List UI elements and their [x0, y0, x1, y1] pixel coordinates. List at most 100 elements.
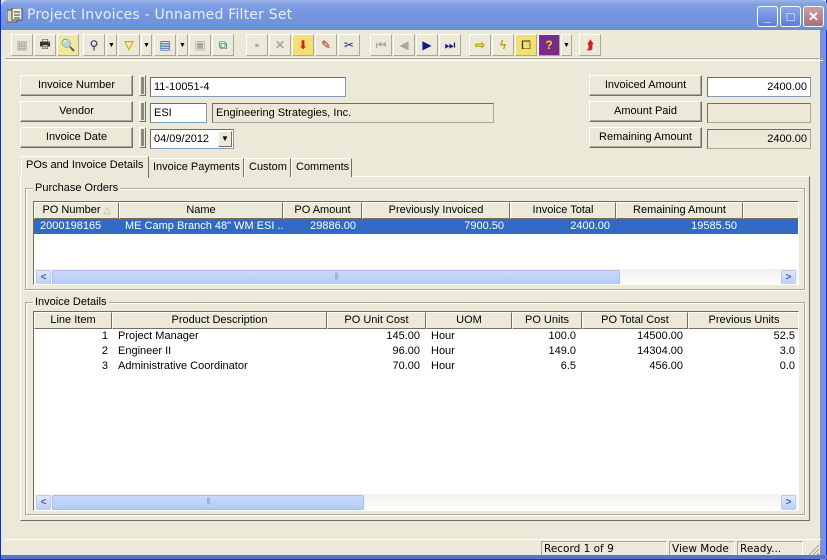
table-row[interactable]: 2 Engineer II 96.00 Hour 149.0 14304.00 … [34, 344, 798, 359]
chevron-down-icon: ▼ [108, 41, 115, 49]
column-header-previously-invoiced[interactable]: Previously Invoiced [362, 202, 510, 219]
find-dropdown[interactable]: ▼ [106, 34, 117, 56]
amount-paid-label-button[interactable]: Amount Paid [589, 101, 702, 122]
previous-units-cell: 0.0 [779, 360, 795, 372]
delete-icon: ✕ [274, 38, 286, 52]
first-record-button[interactable]: ⏮ [370, 34, 392, 56]
invoice-date-lookup-handle[interactable] [139, 127, 146, 148]
purchase-orders-hscrollbar[interactable]: < |||| > [34, 269, 798, 284]
maximize-button[interactable]: □ [780, 6, 801, 27]
chevron-down-icon: ▼ [221, 134, 229, 143]
invoice-number-lookup-handle[interactable] [139, 75, 146, 96]
title-bar[interactable]: Project Invoices - Unnamed Filter Set _ … [1, 0, 827, 30]
invoiced-amount-field[interactable]: 2400.00 [707, 77, 811, 97]
total-cost-cell: 14500.00 [637, 330, 683, 342]
tab-pos-and-invoice-details[interactable]: POs and Invoice Details [21, 156, 149, 178]
add-layer-icon: ⬇ [297, 38, 309, 52]
invoice-number-field[interactable]: 11-10051-4 [150, 77, 346, 97]
workflow-button[interactable]: ⧠ [515, 34, 537, 56]
report-dropdown[interactable]: ▼ [177, 34, 188, 56]
report-button[interactable]: ▤ [154, 34, 176, 56]
previous-record-icon: ◀ [399, 38, 409, 52]
cut-button[interactable]: ✂ [338, 34, 360, 56]
vendor-label-button[interactable]: Vendor [20, 101, 133, 122]
scroll-left-button[interactable]: < [36, 495, 51, 510]
table-row[interactable]: 2000198165 ME Camp Branch 48" WM ESI ...… [34, 219, 798, 234]
unit-cost-cell: 96.00 [392, 345, 420, 357]
scroll-right-button[interactable]: > [781, 495, 796, 510]
print-button[interactable]: 🖶 [34, 34, 56, 56]
column-header-uom[interactable]: UOM [426, 312, 512, 329]
column-header-previous-units[interactable]: Previous Units [688, 312, 798, 329]
sort-ascending-icon: △ [103, 205, 111, 215]
tab-custom[interactable]: Custom [244, 158, 291, 177]
column-header-invoice-total[interactable]: Invoice Total [510, 202, 616, 219]
column-header-line-item[interactable]: Line Item [34, 312, 112, 329]
column-header-po-unit-cost[interactable]: PO Unit Cost [327, 312, 426, 329]
last-record-button[interactable]: ⏭ [439, 34, 461, 56]
new-record-button[interactable]: ▦ [11, 34, 33, 56]
column-header-po-total-cost[interactable]: PO Total Cost [582, 312, 688, 329]
scroll-thumb[interactable]: |||| [52, 270, 620, 284]
print-preview-button[interactable]: 🔍 [57, 34, 79, 56]
minimize-button[interactable]: _ [757, 6, 778, 27]
column-header-remaining-amount[interactable]: Remaining Amount [616, 202, 743, 219]
help-dropdown[interactable]: ▼ [561, 34, 572, 56]
add-layer-button[interactable]: ⬇ [292, 34, 314, 56]
resize-grip-icon[interactable] [807, 543, 819, 555]
vendor-lookup-handle[interactable] [139, 101, 146, 122]
quick-action-button[interactable]: ϟ [492, 34, 514, 56]
scroll-right-button[interactable]: > [781, 270, 796, 284]
close-button[interactable]: ✕ [803, 6, 824, 27]
remaining-amount-label-button[interactable]: Remaining Amount [589, 127, 702, 148]
properties-button[interactable]: ▣ [189, 34, 211, 56]
arrow-right-icon: ⇨ [474, 38, 486, 52]
invoice-date-label-button[interactable]: Invoice Date [20, 127, 133, 148]
tab-invoice-payments[interactable]: Invoice Payments [148, 158, 244, 177]
go-to-button[interactable]: ⇨ [469, 34, 491, 56]
column-header-po-number[interactable]: PO Number △ [34, 202, 119, 219]
toolbar-separator [5, 60, 823, 61]
print-preview-icon: 🔍 [60, 38, 76, 52]
filter-dropdown[interactable]: ▼ [141, 34, 152, 56]
table-row[interactable]: 1 Project Manager 145.00 Hour 100.0 1450… [34, 329, 798, 344]
chevron-down-icon: ▼ [143, 41, 150, 49]
invoiced-amount-label-button[interactable]: Invoiced Amount [589, 75, 702, 96]
po-units-cell: 149.0 [548, 345, 576, 357]
send-button[interactable]: ⮭ [579, 34, 601, 56]
column-header-po-units[interactable]: PO Units [512, 312, 582, 329]
next-record-icon: ▶ [422, 38, 432, 52]
workflow-icon: ⧠ [521, 37, 531, 52]
date-dropdown-button[interactable]: ▼ [218, 131, 232, 147]
export-button[interactable]: ⧉ [212, 34, 234, 56]
chevron-left-icon: < [40, 272, 47, 283]
previous-record-button[interactable]: ◀ [393, 34, 415, 56]
print-icon: 🖶 [39, 36, 51, 51]
edit-button[interactable]: ✎ [315, 34, 337, 56]
filter-button[interactable]: ▽ [118, 34, 140, 56]
column-header-product-description[interactable]: Product Description [112, 312, 327, 329]
scroll-left-button[interactable]: < [36, 270, 51, 284]
find-button[interactable]: ⚲ [83, 34, 105, 56]
delete-button[interactable]: ✕ [269, 34, 291, 56]
column-header-name[interactable]: Name [119, 202, 283, 219]
table-row[interactable]: 3 Administrative Coordinator 70.00 Hour … [34, 359, 798, 374]
scroll-thumb[interactable]: |||| [52, 495, 364, 510]
chevron-left-icon: < [40, 497, 47, 508]
line-item-cell: 2 [101, 345, 108, 357]
window-title: Project Invoices - Unnamed Filter Set [27, 7, 293, 23]
line-item-cell: 1 [101, 330, 108, 342]
tab-comments[interactable]: Comments [291, 158, 352, 177]
column-header-po-amount[interactable]: PO Amount [283, 202, 362, 219]
invoice-details-hscrollbar[interactable]: < |||| > [34, 494, 798, 510]
invoice-date-field[interactable]: 04/09/2012 ▼ [150, 129, 234, 149]
help-button[interactable]: ? [538, 34, 560, 56]
po-units-cell: 6.5 [560, 360, 576, 372]
next-record-button[interactable]: ▶ [416, 34, 438, 56]
invoice-number-label-button[interactable]: Invoice Number [20, 75, 133, 96]
vendor-code-field[interactable]: ESI [150, 103, 207, 123]
purchase-orders-title: Purchase Orders [33, 181, 121, 195]
save-button[interactable]: ▪ [246, 34, 268, 56]
scissors-icon: ✂ [343, 38, 355, 52]
po-name-cell: ME Camp Branch 48" WM ESI ... [125, 220, 283, 232]
